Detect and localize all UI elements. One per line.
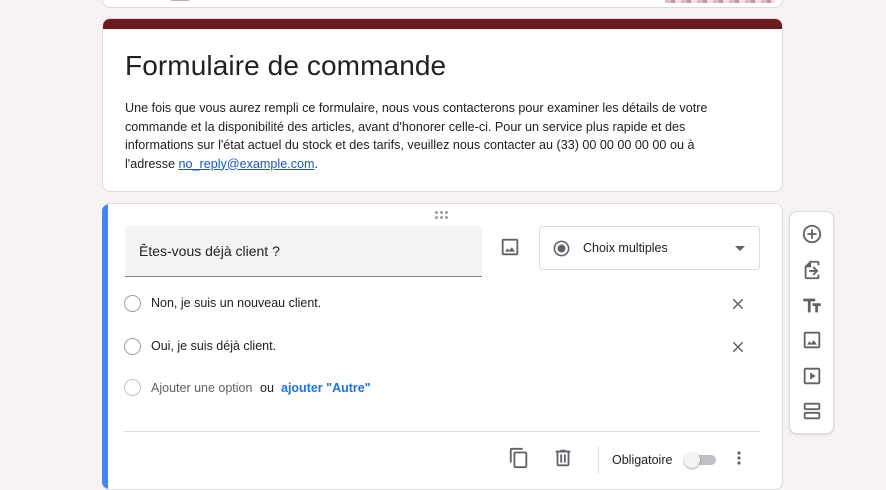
theme-color-bar <box>103 19 782 29</box>
option-label[interactable]: Non, je suis un nouveau client. <box>151 296 321 310</box>
trash-icon[interactable] <box>552 447 574 469</box>
drag-handle-icon[interactable] <box>435 211 451 219</box>
add-image-icon[interactable] <box>801 329 823 351</box>
or-label: ou <box>260 381 274 395</box>
description-end: . <box>314 156 319 171</box>
radio-checked-icon <box>552 239 571 258</box>
question-type-label: Choix multiples <box>583 241 668 255</box>
chevron-down-icon <box>735 246 745 251</box>
form-title[interactable]: Formulaire de commande <box>125 50 446 82</box>
banner-decoration <box>167 0 193 1</box>
side-toolbar <box>789 211 834 434</box>
question-title-input[interactable]: Êtes-vous déjà client ? <box>125 226 482 277</box>
add-option-row: Ajouter une option ou ajouter "Autre" <box>124 378 754 398</box>
radio-unchecked-icon <box>124 295 141 312</box>
question-card[interactable]: Êtes-vous déjà client ? Choix multiples … <box>102 203 783 490</box>
close-icon[interactable] <box>729 338 747 356</box>
email-link[interactable]: no_reply@example.com <box>179 157 315 171</box>
active-question-indicator <box>102 204 108 489</box>
import-questions-icon[interactable] <box>801 259 823 281</box>
radio-unchecked-icon <box>124 338 141 355</box>
footer-divider <box>124 431 760 432</box>
add-title-icon[interactable] <box>801 295 823 317</box>
radio-unchecked-icon <box>124 379 141 396</box>
add-section-icon[interactable] <box>801 400 823 422</box>
toggle-knob <box>684 452 700 468</box>
add-other-button[interactable]: ajouter "Autre" <box>281 381 371 395</box>
option-row[interactable]: Oui, je suis déjà client. <box>124 337 754 357</box>
header-banner-image <box>102 0 783 8</box>
add-option-button[interactable]: Ajouter une option <box>151 381 252 395</box>
option-row[interactable]: Non, je suis un nouveau client. <box>124 294 754 314</box>
option-label[interactable]: Oui, je suis déjà client. <box>151 339 276 353</box>
required-toggle[interactable] <box>684 452 718 468</box>
banner-decoration <box>665 0 775 3</box>
copy-icon[interactable] <box>508 447 530 469</box>
image-icon[interactable] <box>499 236 521 258</box>
footer-separator <box>598 446 599 474</box>
question-type-dropdown[interactable]: Choix multiples <box>539 226 760 270</box>
form-description[interactable]: Une fois que vous aurez rempli ce formul… <box>125 99 745 173</box>
add-question-icon[interactable] <box>801 223 823 245</box>
required-label: Obligatoire <box>612 453 673 467</box>
question-title-text: Êtes-vous déjà client ? <box>139 243 280 259</box>
add-video-icon[interactable] <box>801 365 823 387</box>
more-vert-icon[interactable] <box>729 447 749 469</box>
form-title-card[interactable]: Formulaire de commande Une fois que vous… <box>102 18 783 192</box>
close-icon[interactable] <box>729 295 747 313</box>
